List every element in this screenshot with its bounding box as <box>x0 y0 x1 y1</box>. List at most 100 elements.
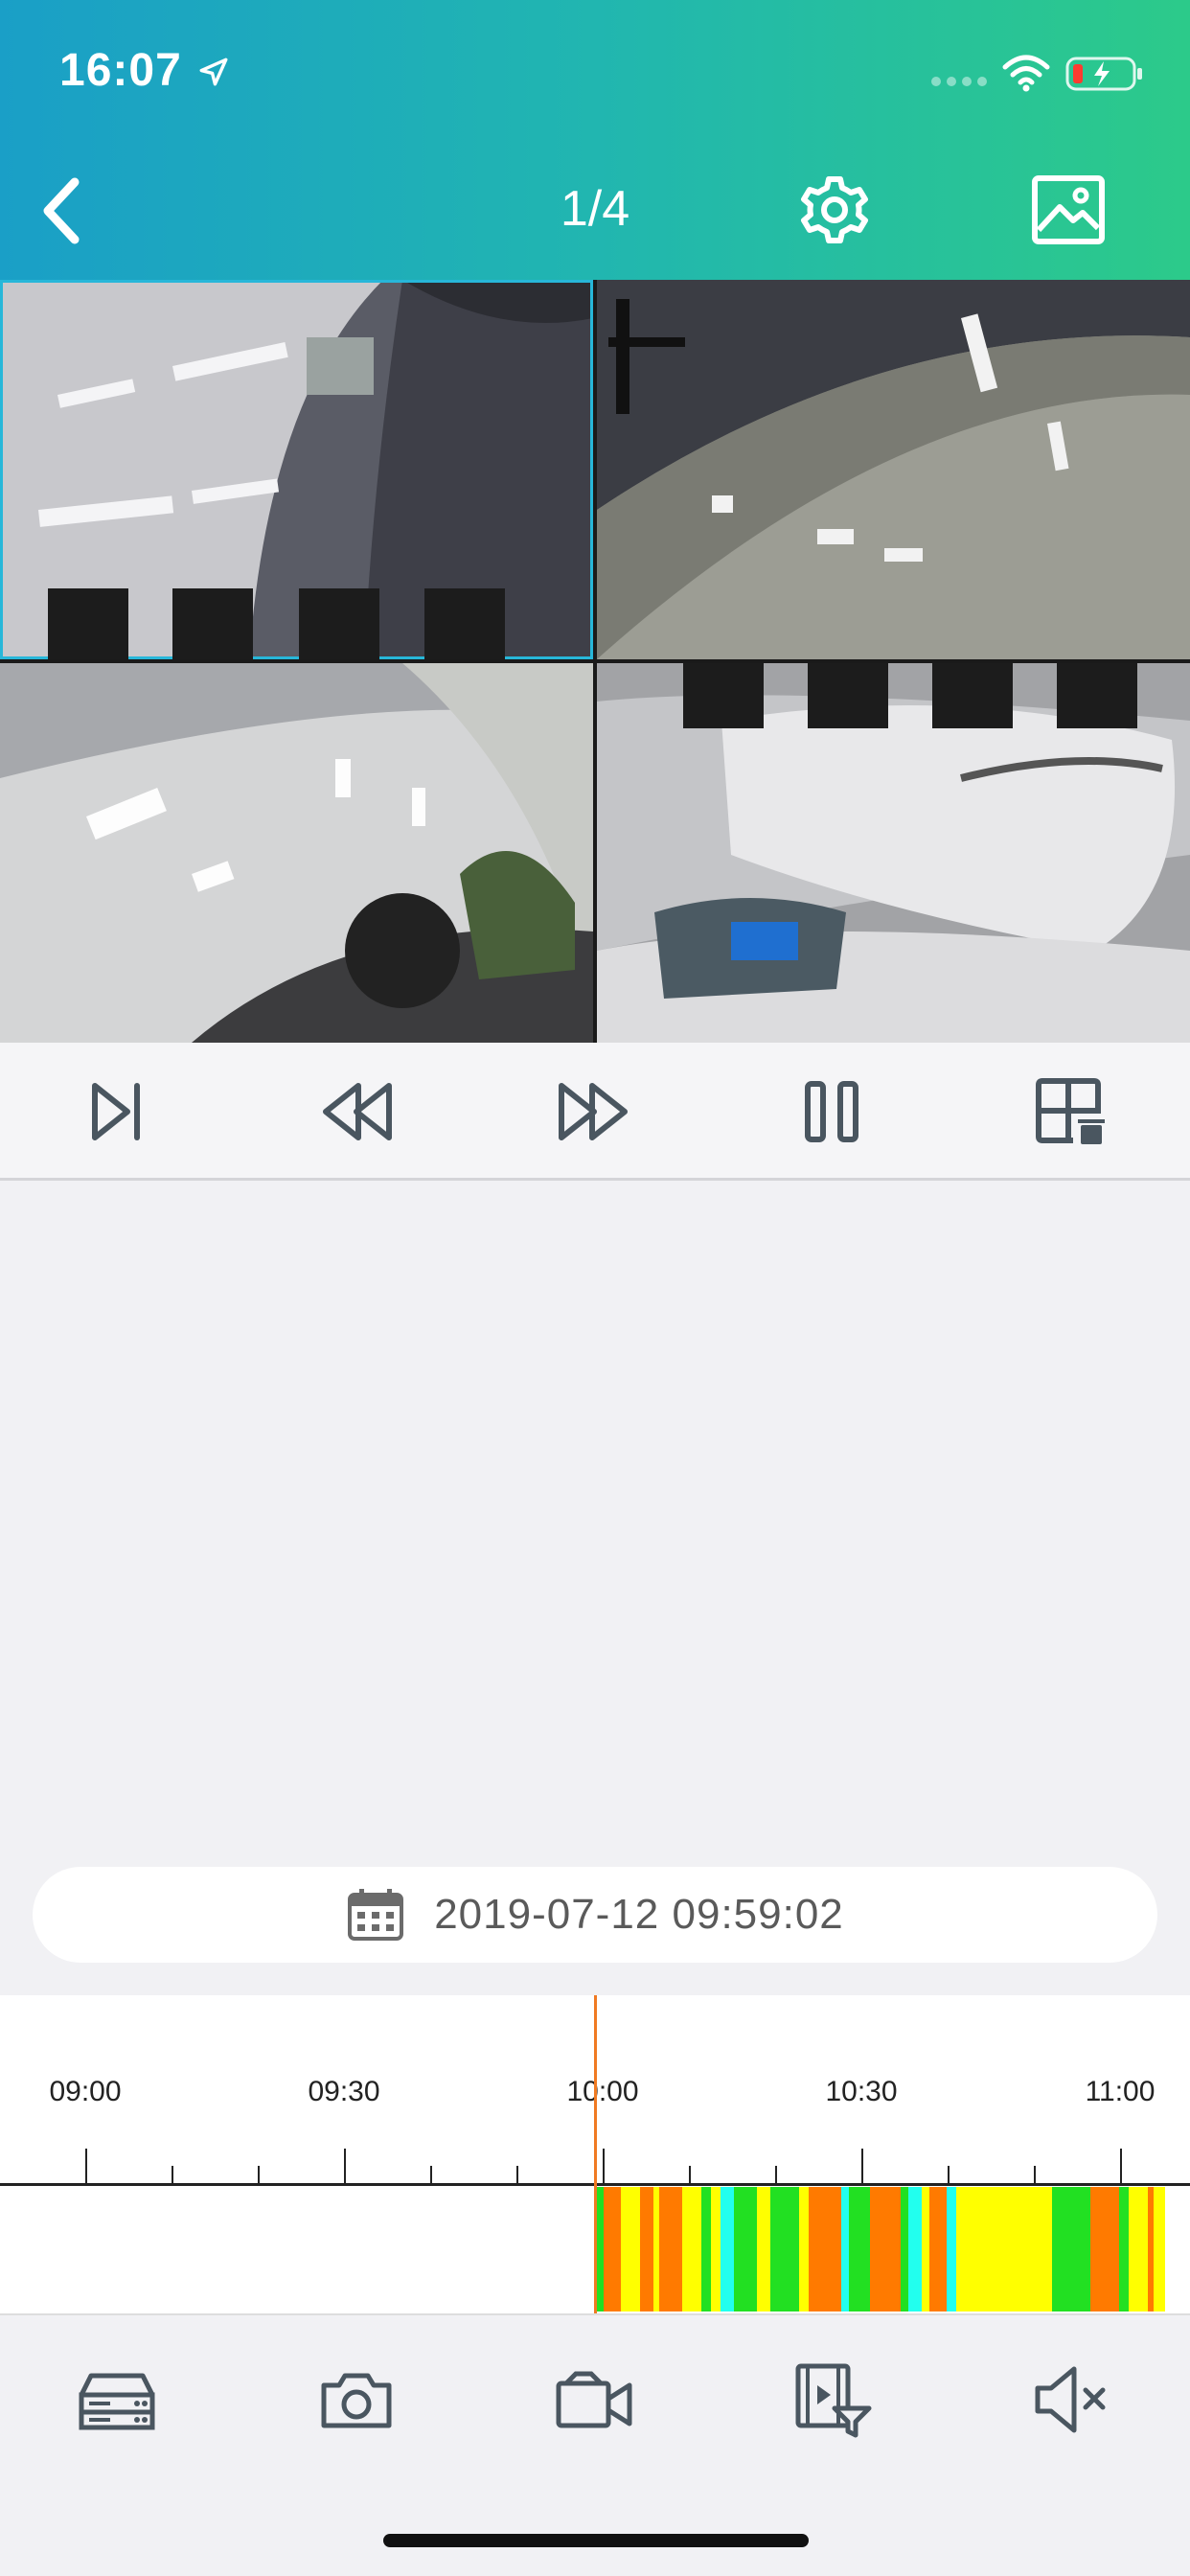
timeline-tick <box>172 2166 173 2183</box>
layout-delete-button[interactable] <box>1025 1068 1113 1156</box>
fast-forward-icon <box>559 1083 628 1140</box>
calendar-icon <box>348 1889 404 1941</box>
settings-button[interactable] <box>795 171 874 249</box>
playback-date-picker[interactable]: 2019-07-12 09:59:02 <box>33 1867 1157 1963</box>
recording-segment <box>809 2187 841 2312</box>
recording-segment <box>711 2187 721 2312</box>
recording-segment <box>799 2187 809 2312</box>
timeline-tick <box>516 2166 518 2183</box>
image-icon <box>1032 175 1105 244</box>
privacy-mask <box>299 588 379 659</box>
page-indicator: 1/4 <box>560 181 630 237</box>
cellular-signal-icon <box>931 77 987 86</box>
timeline-label: 11:00 <box>1085 2076 1156 2107</box>
layout-grid-icon <box>1036 1078 1105 1144</box>
privacy-mask <box>683 663 764 728</box>
recording-segment <box>922 2187 929 2312</box>
recording-segment <box>947 2187 956 2312</box>
privacy-mask <box>172 588 253 659</box>
recording-segment <box>849 2187 870 2312</box>
wifi-icon <box>1002 55 1050 92</box>
home-indicator <box>383 2534 809 2547</box>
recording-segment <box>908 2187 922 2312</box>
mute-icon <box>1035 2366 1106 2433</box>
camera-feed-2 <box>597 280 1190 659</box>
timeline-tick <box>430 2166 432 2183</box>
timeline-tick <box>948 2166 950 2183</box>
timeline-tick <box>85 2149 87 2183</box>
dvr-device-icon <box>79 2373 155 2430</box>
recording-segment <box>1154 2187 1165 2312</box>
camera-grid <box>0 280 1190 1043</box>
snapshot-button[interactable] <box>309 2352 404 2448</box>
recording-segment <box>1052 2187 1090 2312</box>
timeline-tick <box>603 2149 605 2183</box>
device-button[interactable] <box>69 2352 165 2448</box>
recording-segment <box>1119 2187 1129 2312</box>
recording-segment <box>604 2187 621 2312</box>
timeline-tick <box>258 2166 260 2183</box>
timeline-tick <box>1120 2149 1122 2183</box>
timeline-cursor[interactable] <box>594 1995 597 2313</box>
rewind-button[interactable] <box>312 1068 400 1156</box>
camera-tile-3[interactable] <box>0 663 593 1043</box>
recording-segment <box>929 2187 947 2312</box>
timeline-label: 10:00 <box>566 2076 639 2107</box>
step-frame-button[interactable] <box>73 1068 161 1156</box>
recording-segment <box>621 2187 640 2312</box>
recording-segment <box>721 2187 734 2312</box>
gear-icon <box>801 176 868 243</box>
timeline-label: 09:00 <box>49 2076 122 2107</box>
header-bar: 16:07 1/4 <box>0 0 1190 280</box>
recording-segment <box>682 2187 701 2312</box>
recording-segment <box>841 2187 849 2312</box>
back-button[interactable] <box>23 172 100 249</box>
recording-segment <box>659 2187 682 2312</box>
timeline[interactable]: 09:00 09:30 10:00 10:30 11:00 <box>0 1995 1190 2313</box>
recording-segment <box>901 2187 908 2312</box>
pause-icon <box>805 1081 858 1142</box>
rewind-icon <box>323 1083 392 1140</box>
camera-tile-2[interactable] <box>597 280 1190 659</box>
video-filter-button[interactable] <box>786 2352 881 2448</box>
recording-segment <box>701 2187 711 2312</box>
recording-bar[interactable] <box>594 2187 1190 2312</box>
fast-forward-button[interactable] <box>550 1068 638 1156</box>
camera-tile-1[interactable] <box>0 280 593 659</box>
privacy-mask <box>932 663 1013 728</box>
timeline-tick <box>775 2166 777 2183</box>
privacy-mask <box>48 588 128 659</box>
timeline-tick <box>689 2166 691 2183</box>
recording-segment <box>757 2187 770 2312</box>
video-filter-icon <box>795 2363 872 2438</box>
step-frame-icon <box>92 1083 140 1140</box>
recording-segment <box>956 2187 1052 2312</box>
gallery-button[interactable] <box>1029 171 1108 249</box>
camera-feed-3 <box>0 663 593 1043</box>
playback-datetime: 2019-07-12 09:59:02 <box>434 1891 844 1938</box>
camera-icon <box>321 2373 392 2428</box>
recording-segment <box>1129 2187 1148 2312</box>
mute-button[interactable] <box>1023 2352 1119 2448</box>
privacy-mask <box>424 588 505 659</box>
timeline-tick <box>861 2149 863 2183</box>
recording-segment <box>770 2187 799 2312</box>
timeline-tick <box>1034 2166 1036 2183</box>
privacy-mask <box>1057 663 1137 728</box>
privacy-mask <box>808 663 888 728</box>
timeline-tick <box>344 2149 346 2183</box>
camera-tile-4[interactable] <box>597 663 1190 1043</box>
timeline-label: 10:30 <box>825 2076 898 2107</box>
battery-charging-icon <box>1065 57 1142 91</box>
recording-segment <box>870 2187 901 2312</box>
location-arrow-icon <box>199 58 228 86</box>
pause-button[interactable] <box>788 1068 876 1156</box>
chevron-left-icon <box>43 177 80 244</box>
recording-segment <box>1090 2187 1119 2312</box>
video-record-icon <box>556 2371 632 2428</box>
playback-controls <box>0 1043 1190 1181</box>
timeline-label: 09:30 <box>308 2076 380 2107</box>
record-button[interactable] <box>546 2352 642 2448</box>
status-time: 16:07 <box>59 45 182 96</box>
recording-segment <box>640 2187 653 2312</box>
